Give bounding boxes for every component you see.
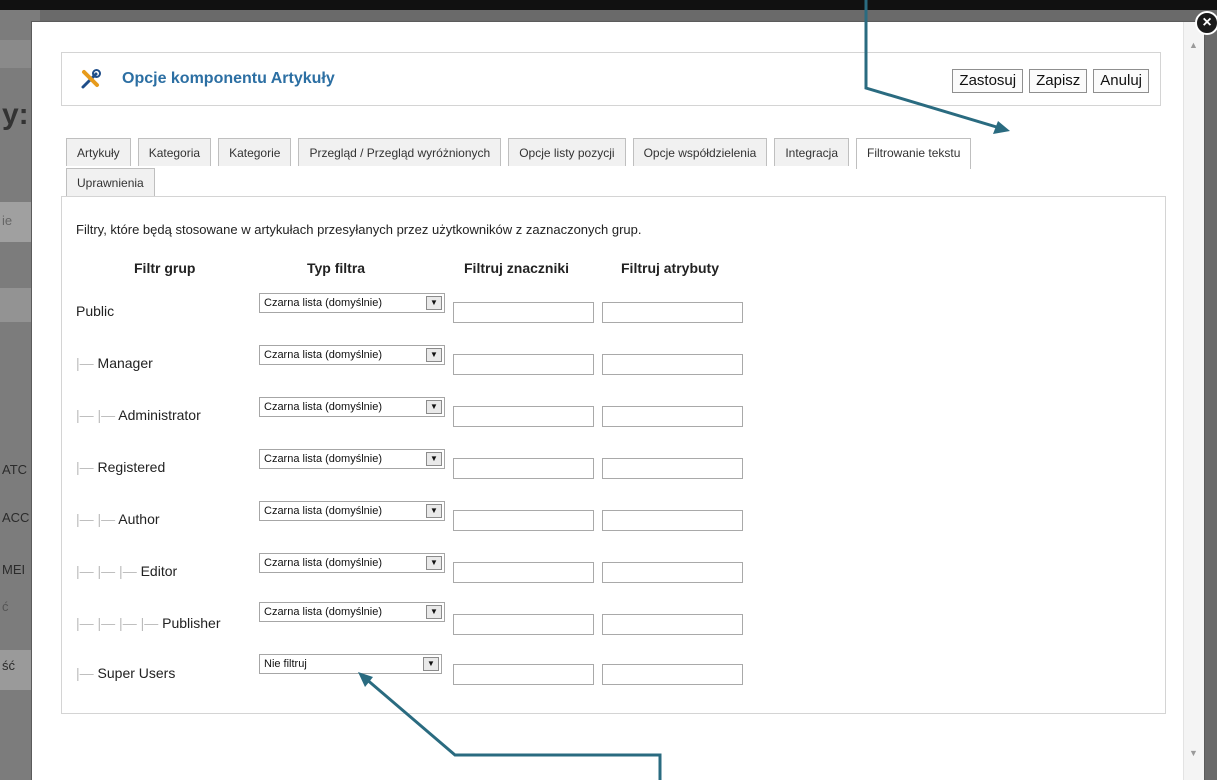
filter-attributes-input[interactable] bbox=[602, 458, 743, 479]
background-text: y: bbox=[2, 98, 29, 131]
apply-button[interactable]: Zastosuj bbox=[952, 69, 1024, 93]
tab-category[interactable]: Kategoria bbox=[137, 138, 212, 166]
filter-attributes-input[interactable] bbox=[602, 614, 743, 635]
tab-articles[interactable]: Artykuły bbox=[66, 138, 131, 166]
filter-tags-input[interactable] bbox=[453, 664, 594, 685]
chevron-down-icon[interactable]: ▼ bbox=[426, 504, 442, 518]
filter-type-select[interactable]: Czarna lista (domyślnie) ▼ bbox=[259, 397, 445, 417]
group-name: Registered bbox=[97, 459, 166, 475]
group-name: Author bbox=[118, 511, 160, 527]
filter-attributes-input[interactable] bbox=[602, 562, 743, 583]
group-name: Super Users bbox=[97, 665, 176, 681]
top-bar bbox=[0, 0, 1217, 10]
tools-icon bbox=[81, 69, 101, 89]
filter-type-select[interactable]: Nie filtruj ▼ bbox=[259, 654, 442, 674]
cancel-button[interactable]: Anuluj bbox=[1093, 69, 1149, 93]
group-label-administrator: |— |— Administrator bbox=[76, 407, 201, 423]
tab-categories[interactable]: Kategorie bbox=[218, 138, 292, 166]
group-name: Manager bbox=[97, 355, 153, 371]
chevron-down-icon[interactable]: ▼ bbox=[426, 296, 442, 310]
filter-attributes-input[interactable] bbox=[602, 510, 743, 531]
tree-connector: |— bbox=[76, 459, 98, 475]
close-icon[interactable]: × bbox=[1195, 11, 1217, 35]
filter-tags-input[interactable] bbox=[453, 302, 594, 323]
filter-attributes-input[interactable] bbox=[602, 302, 743, 323]
column-header-type: Typ filtra bbox=[307, 260, 366, 276]
group-name: Public bbox=[76, 303, 115, 319]
save-button[interactable]: Zapisz bbox=[1029, 69, 1088, 93]
filter-type-select[interactable]: Czarna lista (domyślnie) ▼ bbox=[259, 345, 445, 365]
filter-tags-input[interactable] bbox=[453, 510, 594, 531]
tab-permissions[interactable]: Uprawnienia bbox=[66, 168, 155, 196]
filter-type-value: Czarna lista (domyślnie) bbox=[264, 606, 382, 618]
filter-type-select[interactable]: Czarna lista (domyślnie) ▼ bbox=[259, 293, 445, 313]
modal-scrollbar[interactable]: ▲ ▼ bbox=[1183, 22, 1204, 780]
group-name: Editor bbox=[140, 563, 178, 579]
tree-connector: |— bbox=[76, 665, 98, 681]
tab-shared[interactable]: Opcje współdzielenia bbox=[632, 138, 768, 166]
filter-tags-input[interactable] bbox=[453, 614, 594, 635]
filter-type-value: Czarna lista (domyślnie) bbox=[264, 453, 382, 465]
chevron-down-icon[interactable]: ▼ bbox=[426, 348, 442, 362]
filter-type-value: Czarna lista (domyślnie) bbox=[264, 401, 382, 413]
column-header-tags: Filtruj znaczniki bbox=[464, 260, 570, 276]
chevron-down-icon[interactable]: ▼ bbox=[426, 400, 442, 414]
column-header-group: Filtr grup bbox=[134, 260, 196, 276]
tree-connector: |— |— |— |— bbox=[76, 615, 163, 631]
group-label-publisher: |— |— |— |— Publisher bbox=[76, 615, 220, 631]
group-name: Administrator bbox=[118, 407, 201, 423]
filter-type-select[interactable]: Czarna lista (domyślnie) ▼ bbox=[259, 553, 445, 573]
filter-tags-input[interactable] bbox=[453, 354, 594, 375]
column-header-attributes: Filtruj atrybuty bbox=[621, 260, 720, 276]
tab-blog-featured[interactable]: Przegląd / Przegląd wyróżnionych bbox=[298, 138, 502, 166]
background-text: ACC bbox=[2, 510, 30, 525]
filter-attributes-input[interactable] bbox=[602, 664, 743, 685]
chevron-down-icon[interactable]: ▼ bbox=[426, 452, 442, 466]
group-label-registered: |— Registered bbox=[76, 459, 165, 475]
tab-integration[interactable]: Integracja bbox=[774, 138, 850, 166]
filter-type-value: Nie filtruj bbox=[264, 658, 307, 670]
group-label-super-users: |— Super Users bbox=[76, 665, 175, 681]
component-header: Opcje komponentu Artykuły Zastosuj Zapis… bbox=[61, 52, 1161, 106]
tree-connector: |— |— |— bbox=[76, 563, 141, 579]
text-filter-panel: Filtry, które będą stosowane w artykułac… bbox=[61, 196, 1166, 714]
chevron-down-icon[interactable]: ▼ bbox=[423, 657, 439, 671]
background-text: ie bbox=[2, 213, 13, 228]
filter-description: Filtry, które będą stosowane w artykułac… bbox=[76, 222, 642, 237]
background-text: ATC bbox=[2, 462, 28, 477]
filter-tags-input[interactable] bbox=[453, 562, 594, 583]
tabs-row-2: Uprawnienia bbox=[66, 168, 162, 196]
page-title: Opcje komponentu Artykuły bbox=[122, 70, 335, 87]
chevron-down-icon[interactable]: ▼ bbox=[426, 605, 442, 619]
background-text: ć bbox=[2, 599, 9, 614]
tree-connector: |— |— bbox=[76, 407, 119, 423]
filter-type-select[interactable]: Czarna lista (domyślnie) ▼ bbox=[259, 602, 445, 622]
filter-type-value: Czarna lista (domyślnie) bbox=[264, 505, 382, 517]
scroll-down-icon[interactable]: ▼ bbox=[1189, 748, 1198, 758]
tab-text-filters[interactable]: Filtrowanie tekstu bbox=[856, 138, 972, 169]
group-label-public: Public bbox=[76, 303, 114, 319]
filter-attributes-input[interactable] bbox=[602, 406, 743, 427]
tabs-row-1: Artykuły Kategoria Kategorie Przegląd / … bbox=[66, 138, 978, 169]
tab-list-layouts[interactable]: Opcje listy pozycji bbox=[508, 138, 626, 166]
filter-type-value: Czarna lista (domyślnie) bbox=[264, 349, 382, 361]
tree-connector: |— bbox=[76, 355, 98, 371]
scroll-up-icon[interactable]: ▲ bbox=[1189, 40, 1198, 50]
toolbar: Zastosuj Zapisz Anuluj bbox=[952, 69, 1149, 93]
group-label-editor: |— |— |— Editor bbox=[76, 563, 177, 579]
filter-tags-input[interactable] bbox=[453, 458, 594, 479]
filter-type-value: Czarna lista (domyślnie) bbox=[264, 297, 382, 309]
group-label-manager: |— Manager bbox=[76, 355, 153, 371]
filter-attributes-input[interactable] bbox=[602, 354, 743, 375]
filter-tags-input[interactable] bbox=[453, 406, 594, 427]
chevron-down-icon[interactable]: ▼ bbox=[426, 556, 442, 570]
filter-type-select[interactable]: Czarna lista (domyślnie) ▼ bbox=[259, 449, 445, 469]
background-text: ść bbox=[2, 658, 15, 673]
filter-type-select[interactable]: Czarna lista (domyślnie) ▼ bbox=[259, 501, 445, 521]
group-name: Publisher bbox=[162, 615, 221, 631]
group-label-author: |— |— Author bbox=[76, 511, 160, 527]
tree-connector: |— |— bbox=[76, 511, 119, 527]
background-text: MEI bbox=[2, 562, 26, 577]
filter-type-value: Czarna lista (domyślnie) bbox=[264, 557, 382, 569]
